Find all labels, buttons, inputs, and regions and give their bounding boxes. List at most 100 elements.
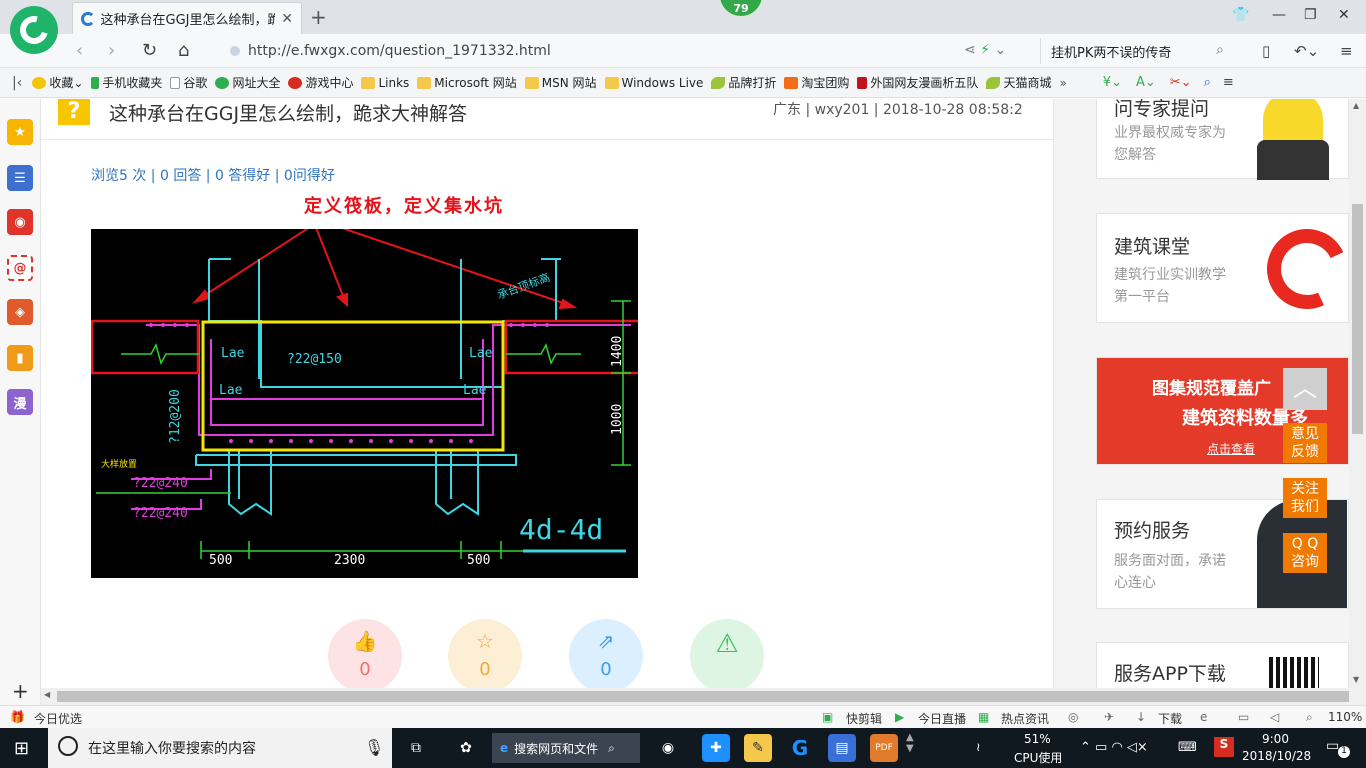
- bookmark-item[interactable]: Microsoft 网站: [417, 74, 517, 91]
- sogou-icon[interactable]: S: [1214, 737, 1234, 757]
- bookmark-item[interactable]: Links: [361, 76, 409, 90]
- bookmark-item[interactable]: 谷歌: [170, 74, 207, 91]
- translate-icon[interactable]: A⌄: [1136, 75, 1156, 90]
- bookmark-item[interactable]: 网址大全: [215, 74, 280, 91]
- favorite-button[interactable]: ☆ 0: [448, 619, 522, 688]
- skin-icon[interactable]: 👕: [1232, 7, 1249, 23]
- web-search-box[interactable]: e 搜索网页和文件 ⌕: [492, 733, 640, 763]
- close-button[interactable]: ✕: [1338, 7, 1350, 23]
- daily-picks-link[interactable]: 今日优选: [34, 710, 82, 727]
- clock-time[interactable]: 9:00: [1262, 732, 1289, 746]
- clock-date[interactable]: 2018/10/28: [1242, 749, 1311, 763]
- windows-start-icon[interactable]: ⊞: [14, 738, 29, 759]
- quick-clip-link[interactable]: 快剪辑: [846, 710, 882, 727]
- question-stats[interactable]: 浏览5 次 | 0 回答 | 0 答得好 | 0问得好: [91, 165, 335, 185]
- microphone-icon[interactable]: 🎙: [364, 738, 384, 757]
- cad-drawing-image[interactable]: Lae Lae Lae Lae ?22@150 ?22@240 ?22@240 …: [91, 229, 638, 578]
- ie-mode-icon[interactable]: e: [1200, 710, 1207, 724]
- bookmark-item[interactable]: 品牌打折: [711, 74, 776, 91]
- task-view-icon[interactable]: ⧉: [402, 734, 430, 762]
- zoom-level[interactable]: 110%: [1328, 710, 1362, 724]
- pinwheel-icon[interactable]: ✿: [452, 734, 480, 762]
- minimize-button[interactable]: —: [1272, 7, 1286, 23]
- download-link[interactable]: 下载: [1158, 710, 1182, 727]
- search-icon[interactable]: ⌕: [1216, 42, 1224, 58]
- search-input[interactable]: 挂机PK两不误的传奇: [1040, 38, 1240, 64]
- forward-button[interactable]: ›: [108, 40, 115, 61]
- g-app-icon[interactable]: G: [786, 734, 814, 762]
- comic-icon[interactable]: 漫: [7, 389, 33, 415]
- bookmark-item[interactable]: 淘宝团购: [784, 74, 849, 91]
- add-sidebar-button[interactable]: +: [12, 679, 29, 703]
- bookmark-item[interactable]: MSN 网站: [524, 74, 597, 91]
- new-tab-button[interactable]: +: [310, 5, 327, 29]
- class-card[interactable]: 建筑课堂 建筑行业实训教学第一平台: [1096, 213, 1349, 323]
- menu-icon[interactable]: ≡: [1340, 42, 1353, 60]
- book-icon[interactable]: ▮: [7, 345, 33, 371]
- like-button[interactable]: 👍 0: [328, 619, 402, 688]
- news-icon[interactable]: ☰: [7, 165, 33, 191]
- live-link[interactable]: 今日直播: [918, 710, 966, 727]
- restore-button[interactable]: ❐: [1304, 7, 1317, 23]
- expert-card[interactable]: 问专家提问 业界最权威专家为您解答: [1096, 99, 1349, 180]
- tab-active[interactable]: 这种承台在GGJ里怎么绘制，跪求 ✕: [72, 2, 302, 34]
- share-page-icon[interactable]: ⋖ ⚡ ⌄: [964, 42, 1006, 58]
- taskbar-search-field[interactable]: 在这里输入你要搜索的内容 🎙: [48, 728, 392, 768]
- qq-button[interactable]: Q Q 咨询: [1283, 533, 1327, 573]
- url-field[interactable]: http://e.fwxgx.com/question_1971332.html: [230, 38, 1036, 64]
- more-bookmarks-icon[interactable]: »: [1059, 76, 1066, 90]
- vertical-scroll-thumb[interactable]: [1352, 204, 1363, 434]
- keyboard-icon[interactable]: ⌨: [1178, 740, 1197, 755]
- bookmark-item[interactable]: 手机收藏夹: [91, 74, 162, 91]
- notification-badge[interactable]: 79: [718, 0, 764, 18]
- pdf-app-icon[interactable]: PDF: [870, 734, 898, 762]
- hot-news-link[interactable]: 热点资讯: [1001, 710, 1049, 727]
- horizontal-scrollbar[interactable]: ◀: [41, 688, 1366, 705]
- bookmark-item[interactable]: 游戏中心: [288, 74, 353, 91]
- collapse-sidebar-icon[interactable]: |‹: [12, 75, 22, 91]
- follow-button[interactable]: 关注 我们: [1283, 478, 1327, 518]
- sound-icon[interactable]: ◁: [1270, 710, 1279, 724]
- money-icon[interactable]: ¥⌄: [1103, 75, 1122, 90]
- search-tool-icon[interactable]: ⌕: [1204, 75, 1211, 90]
- speed-icon[interactable]: ◎: [1068, 710, 1078, 724]
- report-button[interactable]: ⚠: [690, 619, 764, 688]
- game-icon[interactable]: ◈: [7, 299, 33, 325]
- bookmark-item[interactable]: 天猫商城: [986, 74, 1051, 91]
- site-info-icon[interactable]: [230, 46, 240, 56]
- app-card[interactable]: 服务APP下载: [1096, 642, 1349, 688]
- home-button[interactable]: ⌂: [178, 40, 189, 61]
- tab-close-icon[interactable]: ✕: [281, 11, 293, 27]
- chrome-like-icon[interactable]: ◉: [654, 734, 682, 762]
- pin-icon[interactable]: ✈: [1104, 710, 1114, 724]
- vertical-scrollbar[interactable]: ▲ ▼: [1349, 99, 1366, 688]
- back-button[interactable]: ‹: [76, 40, 83, 61]
- horizontal-scroll-thumb[interactable]: [57, 691, 1349, 702]
- browser-logo-icon[interactable]: [10, 6, 58, 54]
- bookmark-item[interactable]: 收藏 ⌄: [32, 74, 83, 91]
- window-icon[interactable]: ▭: [1238, 710, 1249, 724]
- share-button[interactable]: ⇗ 0: [569, 619, 643, 688]
- notes-app-icon[interactable]: ✎: [744, 734, 772, 762]
- back-to-top-button[interactable]: ︿: [1283, 368, 1327, 410]
- mobile-icon[interactable]: ▯: [1262, 42, 1270, 60]
- feedback-button[interactable]: 意见 反馈: [1283, 423, 1327, 463]
- bookmark-item[interactable]: 外国网友漫画析五队: [857, 74, 978, 91]
- taskbar-scroll-icon[interactable]: ▲ ▼: [906, 732, 914, 754]
- zoom-icon[interactable]: ⌕: [1306, 710, 1313, 725]
- tray-chevron-icon[interactable]: ≀: [976, 740, 981, 754]
- scissors-icon[interactable]: ✂⌄: [1170, 75, 1192, 90]
- toolbar-menu-icon[interactable]: ≡: [1223, 75, 1234, 90]
- weibo-icon[interactable]: ◉: [7, 209, 33, 235]
- reload-button[interactable]: ↻: [142, 40, 157, 61]
- mail-icon[interactable]: @: [7, 255, 33, 281]
- bookmark-item[interactable]: Windows Live: [604, 76, 703, 90]
- plus-app-icon[interactable]: ✚: [702, 734, 730, 762]
- title-bar: 这种承台在GGJ里怎么绘制，跪求 ✕ + 79 👕 — ❐ ✕: [0, 0, 1366, 54]
- banner-button[interactable]: 点击查看: [1207, 440, 1255, 457]
- photo-app-icon[interactable]: ▤: [828, 734, 856, 762]
- favorites-icon[interactable]: ★: [7, 119, 33, 145]
- undo-icon[interactable]: ↶⌄: [1294, 42, 1319, 60]
- url-text[interactable]: http://e.fwxgx.com/question_1971332.html: [248, 43, 551, 59]
- show-hidden-icons[interactable]: ⌃ ▭ ◠ ◁×: [1080, 740, 1148, 755]
